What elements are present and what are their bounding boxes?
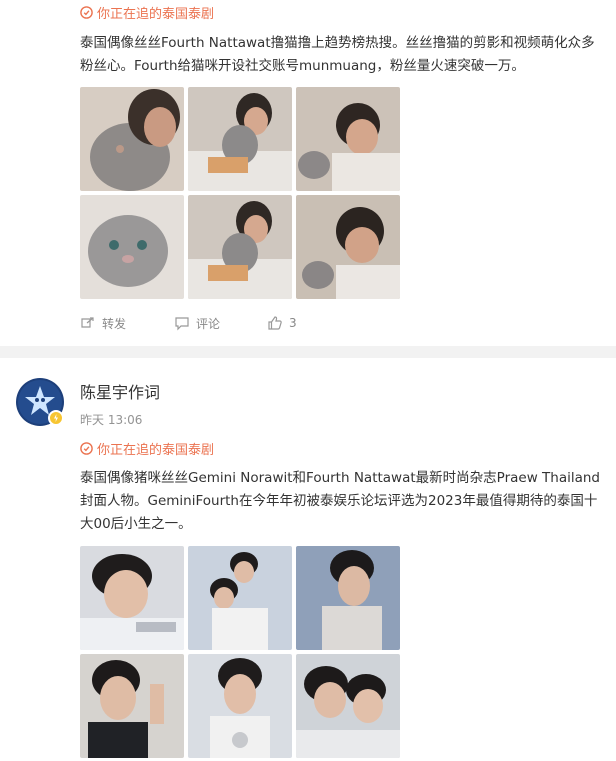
photo-grid [80, 87, 400, 299]
topic-link[interactable]: 你正在追的泰国泰剧 [80, 438, 214, 458]
photo-thumbnail[interactable] [188, 546, 292, 650]
topic-label: 你正在追的泰国泰剧 [97, 6, 215, 22]
photo-thumbnail[interactable] [296, 195, 400, 299]
like-button[interactable]: 3 [267, 315, 297, 331]
photo-thumbnail[interactable] [188, 654, 292, 758]
photo-thumbnail[interactable] [296, 654, 400, 758]
photo-thumbnail[interactable] [80, 546, 184, 650]
post-time: 昨天 13:06 [80, 413, 143, 427]
verified-badge-icon [48, 410, 64, 426]
post-divider [0, 346, 616, 358]
comment-icon [174, 315, 190, 331]
post-text: 泰国偶像丝丝Fourth Nattawat撸猫撸上趋势榜热搜。丝丝撸猫的剪影和视… [80, 35, 595, 74]
repost-icon [80, 315, 96, 331]
photo-thumbnail[interactable] [296, 87, 400, 191]
username[interactable]: 陈星宇作词 [80, 382, 160, 404]
repost-label: 转发 [102, 316, 127, 331]
photo-thumbnail[interactable] [80, 654, 184, 758]
comment-label: 评论 [196, 316, 221, 331]
photo-thumbnail[interactable] [80, 195, 184, 299]
action-bar: 转发 评论 3 [80, 312, 297, 334]
topic-icon [80, 441, 93, 455]
photo-thumbnail[interactable] [188, 87, 292, 191]
topic-link[interactable]: 你正在追的泰国泰剧 [80, 2, 214, 22]
post-card: 你正在追的泰国泰剧 泰国偶像丝丝Fourth Nattawat撸猫撸上趋势榜热搜… [0, 0, 616, 346]
photo-thumbnail[interactable] [188, 195, 292, 299]
like-icon [267, 315, 283, 331]
topic-label: 你正在追的泰国泰剧 [97, 442, 215, 458]
photo-thumbnail[interactable] [296, 546, 400, 650]
photo-thumbnail[interactable] [80, 87, 184, 191]
repost-button[interactable]: 转发 [80, 315, 174, 332]
post-card: 陈星宇作词 昨天 13:06 你正在追的泰国泰剧 泰国偶像猪咪丝丝Gemini … [0, 358, 616, 761]
post-text: 泰国偶像猪咪丝丝Gemini Norawit和Fourth Nattawat最新… [80, 470, 600, 532]
photo-grid [80, 546, 400, 758]
comment-button[interactable]: 评论 [174, 315, 267, 332]
like-count: 3 [289, 316, 297, 330]
topic-icon [80, 5, 93, 19]
